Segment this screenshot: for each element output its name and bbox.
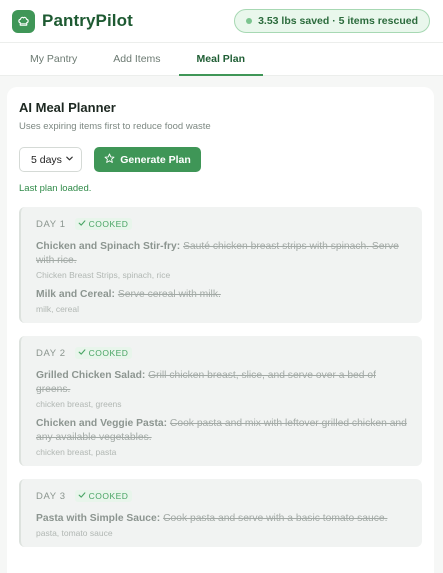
app-root: PantryPilot 3.53 lbs saved · 5 items res… [0,0,443,573]
meal-name: Milk and Cereal: [36,289,115,300]
meal-item: Chicken and Spinach Stir-fry: Sauté chic… [36,240,408,280]
planner-subtitle: Uses expiring items first to reduce food… [19,121,211,132]
cooked-badge: COOKED [74,490,133,502]
savings-text: 3.53 lbs saved · 5 items rescued [258,15,418,27]
day-label: DAY 3 [36,490,66,502]
app-header: PantryPilot 3.53 lbs saved · 5 items res… [0,0,443,42]
cooked-badge: COOKED [74,218,133,230]
meal-description: Cook pasta and serve with a basic tomato… [163,513,388,524]
cooked-badge: COOKED [74,347,133,359]
meal-ingredients: pasta, tomato sauce [36,528,113,538]
meal-description: Serve cereal with milk. [117,289,221,300]
day-card-3: DAY 3 COOKED Pasta with Simple Sauce: Co… [19,479,422,547]
tab-add-items[interactable]: Add Items [95,43,178,75]
meal-line: Chicken and Veggie Pasta: Cook pasta and… [36,417,408,445]
meal-name: Chicken and Spinach Stir-fry: [36,241,181,252]
checkmark-icon [78,219,86,229]
day-card-2: DAY 2 COOKED Grilled Chicken Salad: Gril… [19,336,422,466]
cooked-label: COOKED [88,219,129,229]
meal-item: Chicken and Veggie Pasta: Cook pasta and… [36,417,408,457]
plan-status-message: Last plan loaded. [19,183,92,194]
tab-my-pantry[interactable]: My Pantry [12,43,95,75]
meal-item: Milk and Cereal: Serve cereal with milk.… [36,288,408,314]
tab-meal-plan[interactable]: Meal Plan [178,43,264,76]
cooked-label: COOKED [88,348,129,358]
days-select-value: 5 days [31,153,62,166]
status-dot-icon [246,18,253,24]
generate-plan-label: Generate Plan [120,153,191,166]
chevron-down-icon [65,154,74,166]
meal-planner-card: AI Meal Planner Uses expiring items firs… [7,87,434,573]
day-header: DAY 1 COOKED [36,218,408,230]
day-card-1: DAY 1 COOKED Chicken and Spinach Stir-fr… [19,207,422,323]
chef-hat-icon [12,9,35,33]
meal-ingredients: Chicken Breast Strips, spinach, rice [36,270,171,280]
planner-controls: 5 days Generate Plan [19,147,422,172]
meal-line: Grilled Chicken Salad: Grill chicken bre… [36,369,408,397]
brand[interactable]: PantryPilot [12,9,133,33]
day-header: DAY 3 COOKED [36,490,408,502]
meal-line: Chicken and Spinach Stir-fry: Sauté chic… [36,240,408,268]
meal-name: Pasta with Simple Sauce: [36,513,161,524]
meal-item: Grilled Chicken Salad: Grill chicken bre… [36,369,408,409]
meal-line: Pasta with Simple Sauce: Cook pasta and … [36,512,408,526]
app-name: PantryPilot [42,11,133,30]
checkmark-icon [78,348,86,358]
generate-plan-button[interactable]: Generate Plan [94,147,201,172]
checkmark-icon [78,491,86,501]
tab-bar: My Pantry Add Items Meal Plan [0,42,443,76]
days-select[interactable]: 5 days [19,147,82,172]
meal-name: Grilled Chicken Salad: [36,370,146,381]
meal-ingredients: chicken breast, pasta [36,447,117,457]
meal-ingredients: milk, cereal [36,304,79,314]
day-header: DAY 2 COOKED [36,347,408,359]
cooked-label: COOKED [88,491,129,501]
planner-title: AI Meal Planner [19,100,116,115]
savings-badge: 3.53 lbs saved · 5 items rescued [234,9,430,33]
day-label: DAY 2 [36,347,66,359]
meal-name: Chicken and Veggie Pasta: [36,418,168,429]
star-icon [104,153,115,167]
day-label: DAY 1 [36,218,66,230]
meal-item: Pasta with Simple Sauce: Cook pasta and … [36,512,408,538]
meal-ingredients: chicken breast, greens [36,399,122,409]
meal-line: Milk and Cereal: Serve cereal with milk. [36,288,408,302]
